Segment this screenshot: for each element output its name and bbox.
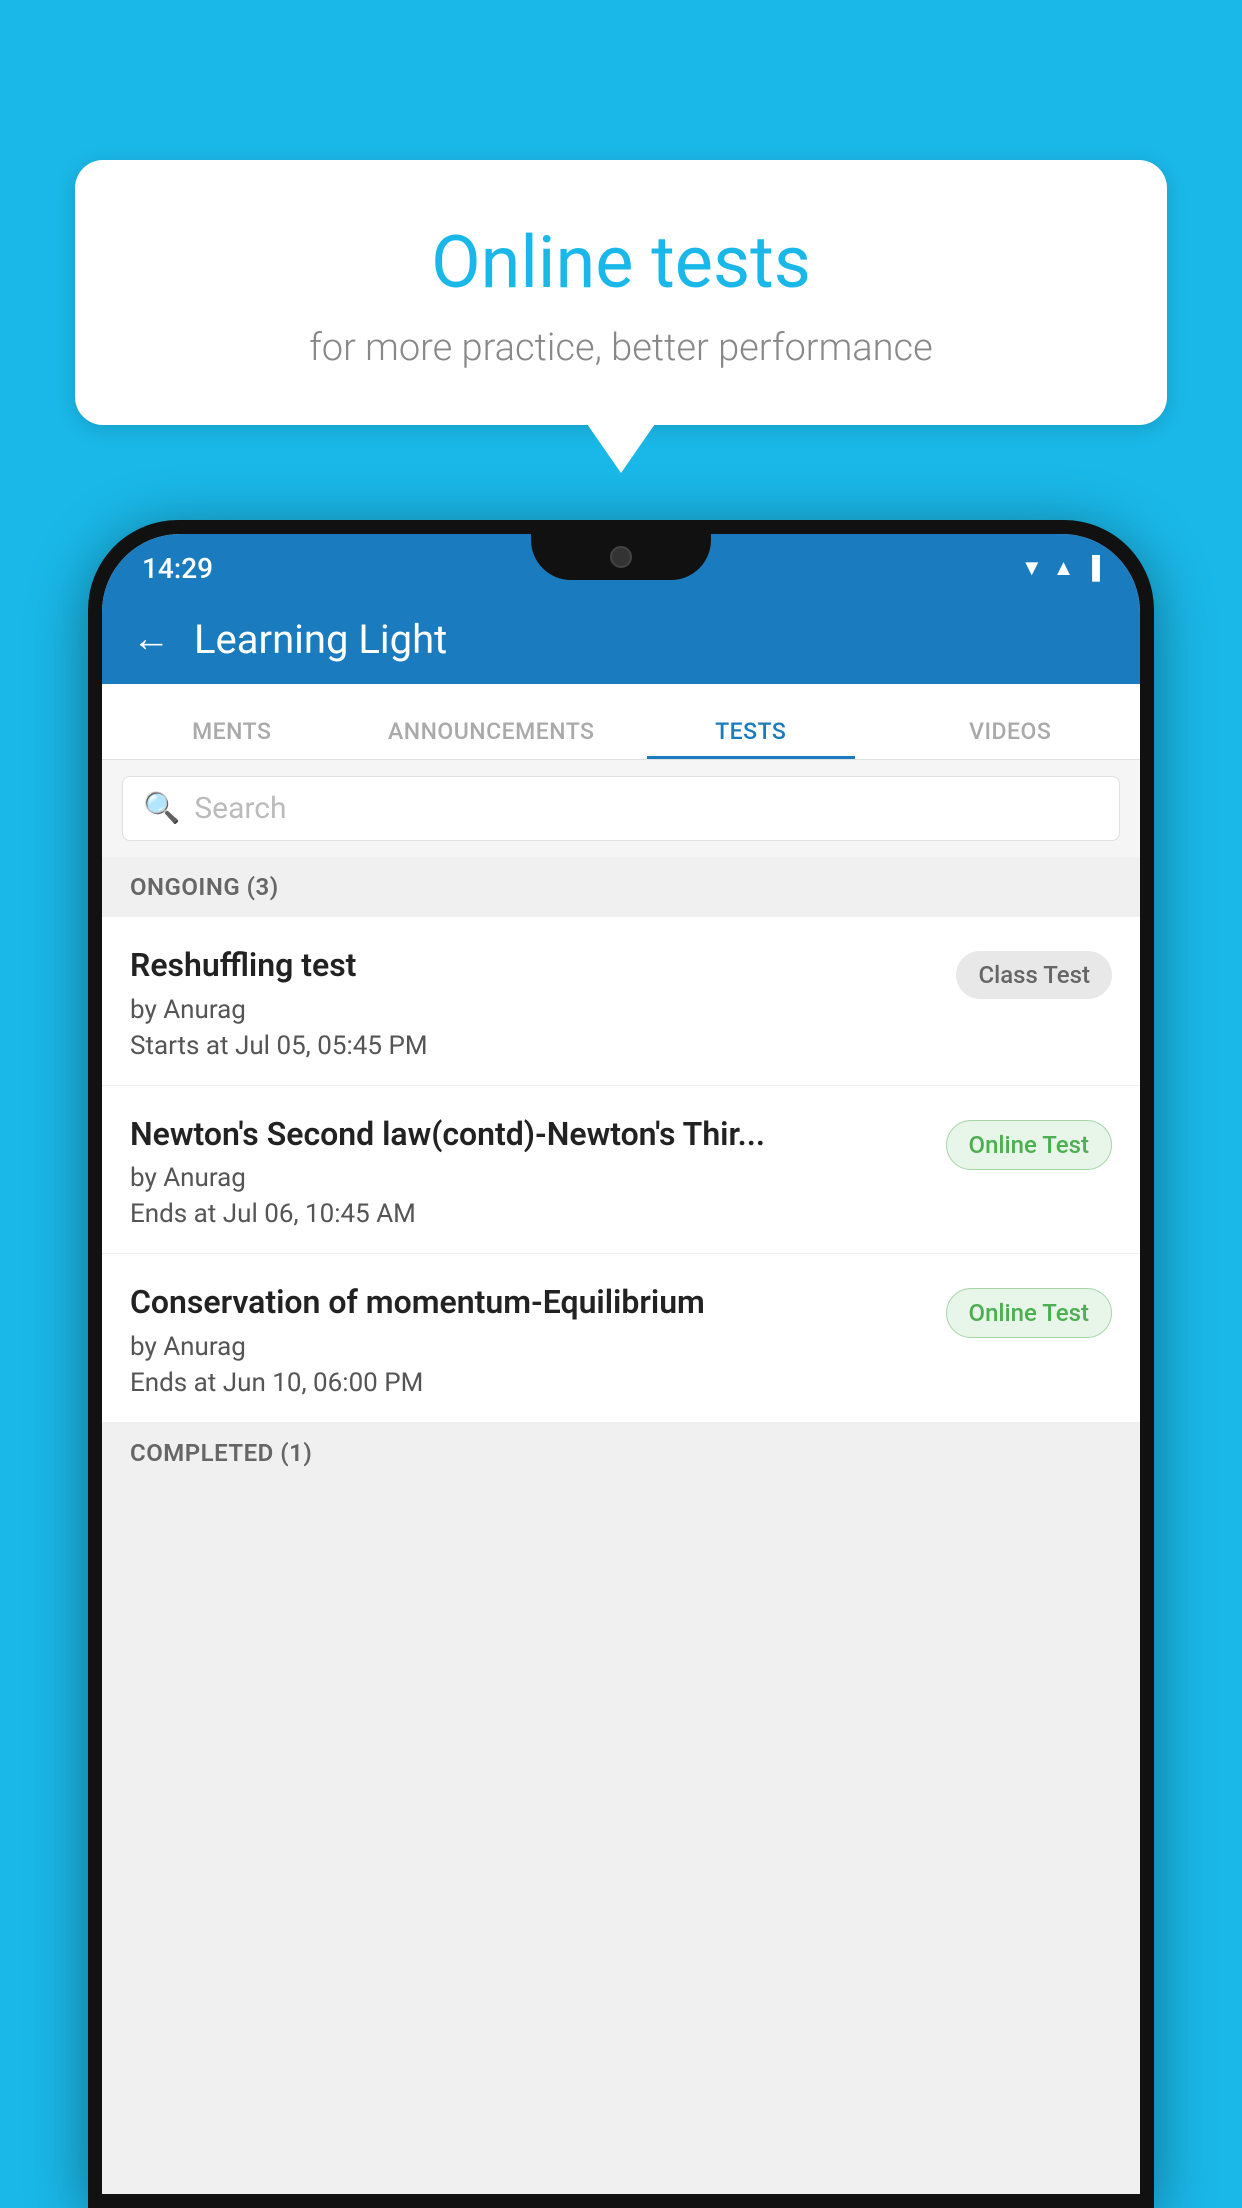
search-container: 🔍 Search [102, 760, 1140, 857]
phone-notch [531, 534, 711, 580]
test-name-3: Conservation of momentum-Equilibrium [130, 1282, 930, 1324]
phone-frame: 14:29 ▼ ▲ ▐ ← Learning Light MENTS ANNOU… [88, 520, 1154, 2208]
test-info-3: Conservation of momentum-Equilibrium by … [130, 1282, 946, 1398]
test-badge-1: Class Test [956, 951, 1112, 999]
bubble-title: Online tests [125, 220, 1117, 306]
notch-camera [610, 546, 632, 568]
search-placeholder: Search [194, 791, 286, 826]
test-name-1: Reshuffling test [130, 945, 940, 987]
wifi-icon: ▼ [1021, 555, 1043, 581]
test-info-2: Newton's Second law(contd)-Newton's Thir… [130, 1114, 946, 1230]
bubble-subtitle: for more practice, better performance [125, 326, 1117, 370]
search-bar[interactable]: 🔍 Search [122, 776, 1120, 841]
tab-videos[interactable]: VIDEOS [881, 718, 1141, 759]
tab-tests[interactable]: TESTS [621, 718, 881, 759]
status-icons: ▼ ▲ ▐ [1021, 555, 1100, 581]
test-author-1: by Anurag [130, 995, 940, 1025]
test-badge-3: Online Test [946, 1288, 1112, 1338]
test-date-3: Ends at Jun 10, 06:00 PM [130, 1368, 930, 1398]
tab-ments[interactable]: MENTS [102, 718, 362, 759]
tabs-container: MENTS ANNOUNCEMENTS TESTS VIDEOS [102, 684, 1140, 760]
test-badge-2: Online Test [946, 1120, 1112, 1170]
test-date-2: Ends at Jul 06, 10:45 AM [130, 1199, 930, 1229]
test-author-2: by Anurag [130, 1163, 930, 1193]
app-title: Learning Light [194, 616, 447, 663]
test-item[interactable]: Reshuffling test by Anurag Starts at Jul… [102, 917, 1140, 1086]
signal-icon: ▲ [1053, 555, 1075, 581]
test-item-3[interactable]: Conservation of momentum-Equilibrium by … [102, 1254, 1140, 1423]
test-item-2[interactable]: Newton's Second law(contd)-Newton's Thir… [102, 1086, 1140, 1255]
search-icon: 🔍 [143, 791, 180, 826]
test-info-1: Reshuffling test by Anurag Starts at Jul… [130, 945, 956, 1061]
ongoing-section-header: ONGOING (3) [102, 857, 1140, 917]
test-list: Reshuffling test by Anurag Starts at Jul… [102, 917, 1140, 1423]
tab-announcements[interactable]: ANNOUNCEMENTS [362, 718, 622, 759]
app-header: ← Learning Light [102, 594, 1140, 684]
test-date-1: Starts at Jul 05, 05:45 PM [130, 1031, 940, 1061]
back-button[interactable]: ← [132, 620, 170, 658]
test-author-3: by Anurag [130, 1332, 930, 1362]
speech-bubble: Online tests for more practice, better p… [75, 160, 1167, 425]
completed-section-header: COMPLETED (1) [102, 1423, 1140, 1483]
phone-inner: 14:29 ▼ ▲ ▐ ← Learning Light MENTS ANNOU… [102, 534, 1140, 2194]
test-name-2: Newton's Second law(contd)-Newton's Thir… [130, 1114, 930, 1156]
status-time: 14:29 [142, 552, 213, 585]
battery-icon: ▐ [1084, 555, 1100, 581]
